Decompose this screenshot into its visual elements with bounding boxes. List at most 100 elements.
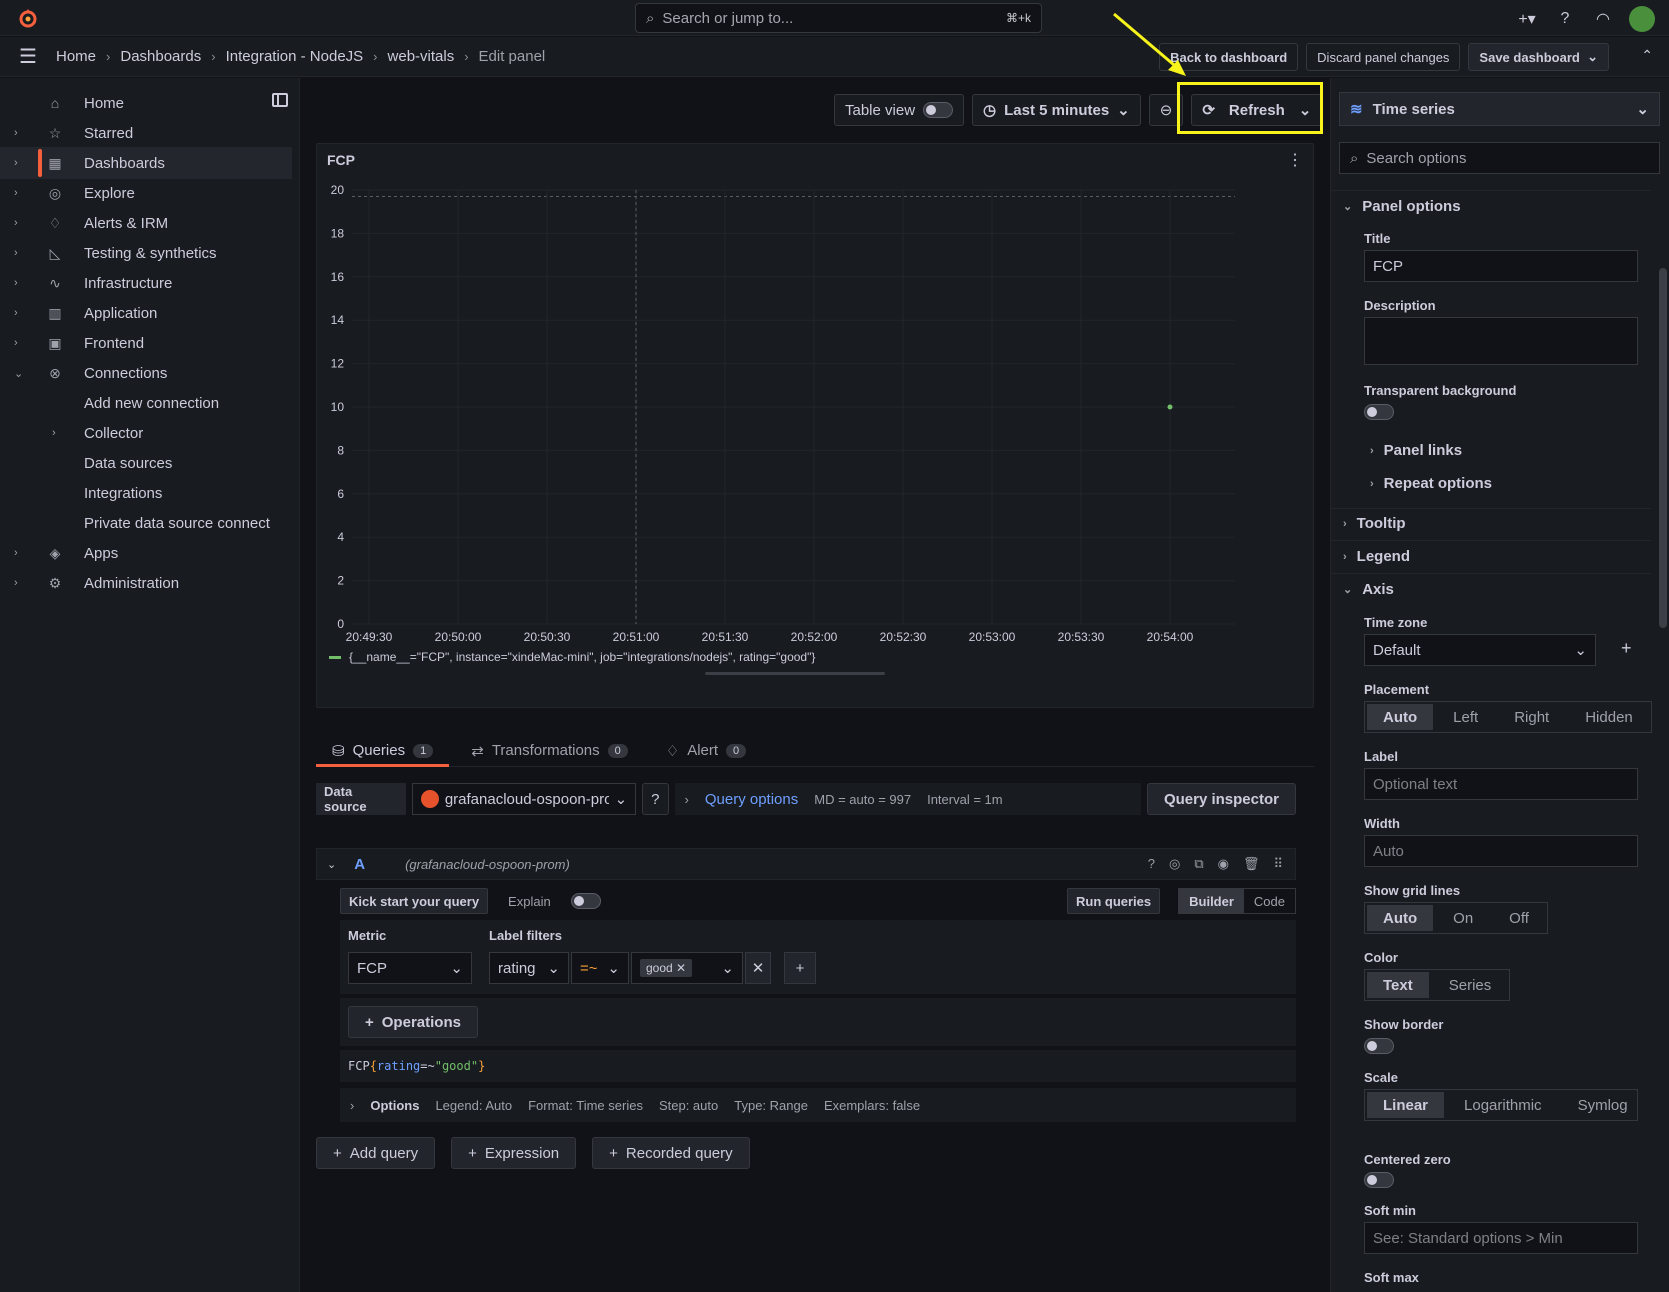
color-series[interactable]: Series bbox=[1431, 970, 1510, 1000]
query-options-summary[interactable]: › Options Legend: Auto Format: Time seri… bbox=[340, 1088, 1296, 1122]
tab-alert[interactable]: ♢ Alert 0 bbox=[650, 735, 762, 766]
trash-icon[interactable]: 🗑 bbox=[1243, 856, 1260, 872]
chevron-right-icon[interactable]: › bbox=[14, 187, 18, 199]
add-filter-button[interactable]: + bbox=[784, 952, 816, 984]
datasource-picker[interactable]: grafanacloud-ospoon-prom ⌄ bbox=[411, 783, 637, 815]
centered-zero-toggle[interactable] bbox=[1364, 1172, 1394, 1188]
grid-on[interactable]: On bbox=[1435, 903, 1491, 933]
add-timezone-icon[interactable]: + bbox=[1621, 638, 1632, 659]
width-input[interactable]: Auto bbox=[1364, 835, 1638, 867]
scale-symlog[interactable]: Symlog bbox=[1560, 1090, 1646, 1120]
sidebar-item-add-connection[interactable]: Add new connection bbox=[0, 387, 292, 419]
axis-label-input[interactable]: Optional text bbox=[1364, 768, 1638, 800]
sidebar-item-starred[interactable]: › ☆ Starred bbox=[0, 117, 292, 149]
breadcrumb-web-vitals[interactable]: web-vitals bbox=[388, 48, 455, 65]
eye-icon[interactable]: ◉ bbox=[1218, 856, 1229, 872]
chevron-right-icon[interactable]: › bbox=[14, 577, 18, 589]
query-inspector-button[interactable]: Query inspector bbox=[1146, 783, 1296, 815]
grafana-logo-icon[interactable] bbox=[16, 6, 40, 30]
show-border-toggle[interactable] bbox=[1364, 1038, 1394, 1054]
scale-linear[interactable]: Linear bbox=[1367, 1092, 1445, 1118]
breadcrumb-integration[interactable]: Integration - NodeJS bbox=[226, 48, 364, 65]
sidebar-item-frontend[interactable]: › ▣ Frontend bbox=[0, 327, 292, 359]
sidebar-item-administration[interactable]: › ⚙ Administration bbox=[0, 567, 292, 599]
timezone-select[interactable]: Default ⌄ bbox=[1364, 634, 1596, 666]
add-query-button[interactable]: + Add query bbox=[316, 1137, 436, 1169]
chevron-down-icon[interactable]: ⌄ bbox=[1587, 49, 1598, 65]
help-icon[interactable]: ? bbox=[1553, 7, 1577, 31]
grid-auto[interactable]: Auto bbox=[1367, 905, 1434, 931]
time-range-picker[interactable]: ◷ Last 5 minutes ⌄ bbox=[972, 94, 1141, 126]
description-input[interactable] bbox=[1364, 317, 1638, 365]
chevron-right-icon[interactable]: › bbox=[14, 337, 18, 349]
color-text[interactable]: Text bbox=[1367, 972, 1429, 998]
discard-changes-button[interactable]: Discard panel changes bbox=[1306, 43, 1461, 71]
section-panel-links[interactable]: › Panel links bbox=[1370, 442, 1462, 459]
sidebar-item-infrastructure[interactable]: › ∿ Infrastructure bbox=[0, 267, 292, 299]
search-input[interactable]: ⌕ Search or jump to... ⌘+k bbox=[635, 3, 1042, 33]
placement-right[interactable]: Right bbox=[1496, 702, 1567, 732]
scale-log[interactable]: Logarithmic bbox=[1446, 1090, 1560, 1120]
target-icon[interactable]: ◎ bbox=[1169, 856, 1180, 872]
query-ref[interactable]: A bbox=[354, 856, 365, 873]
menu-icon[interactable]: ☰ bbox=[0, 44, 56, 69]
more-icon[interactable]: ⋮ bbox=[1287, 150, 1303, 170]
builder-mode-button[interactable]: Builder bbox=[1179, 889, 1244, 913]
sidebar-item-data-sources[interactable]: Data sources bbox=[0, 447, 292, 479]
section-legend[interactable]: › Legend bbox=[1343, 548, 1410, 565]
chevron-right-icon[interactable]: › bbox=[14, 157, 18, 169]
chevron-right-icon[interactable]: › bbox=[14, 307, 18, 319]
sidebar-item-integrations[interactable]: Integrations bbox=[0, 477, 292, 509]
operations-button[interactable]: + Operations bbox=[348, 1006, 478, 1038]
soft-min-input[interactable]: See: Standard options > Min bbox=[1364, 1222, 1638, 1254]
avatar[interactable] bbox=[1629, 6, 1655, 32]
label-value-select[interactable]: good ✕ ⌄ bbox=[631, 952, 743, 984]
help-icon[interactable]: ? bbox=[1148, 856, 1155, 872]
transparent-toggle[interactable] bbox=[1364, 404, 1394, 420]
sidebar-item-alerts[interactable]: › ♢ Alerts & IRM bbox=[0, 207, 292, 239]
section-tooltip[interactable]: › Tooltip bbox=[1343, 515, 1406, 532]
chevron-down-icon[interactable]: ⌄ bbox=[14, 367, 23, 380]
drag-handle-icon[interactable]: ⠿ bbox=[1273, 856, 1283, 872]
sidebar-item-explore[interactable]: › ◎ Explore bbox=[0, 177, 292, 209]
chevron-right-icon[interactable]: › bbox=[14, 217, 18, 229]
sidebar-item-connections[interactable]: ⌄ ⊗ Connections bbox=[0, 357, 292, 389]
chevron-right-icon[interactable]: › bbox=[14, 127, 18, 139]
section-axis[interactable]: ⌄ Axis bbox=[1343, 581, 1394, 598]
label-operator-select[interactable]: =~ ⌄ bbox=[571, 952, 629, 984]
placement-left[interactable]: Left bbox=[1435, 702, 1496, 732]
section-repeat-options[interactable]: › Repeat options bbox=[1370, 475, 1492, 492]
code-mode-button[interactable]: Code bbox=[1244, 889, 1295, 913]
rss-icon[interactable]: ◠ bbox=[1591, 7, 1615, 31]
tab-transformations[interactable]: ⇄ Transformations 0 bbox=[455, 735, 644, 766]
explain-toggle[interactable] bbox=[570, 893, 601, 909]
chevron-right-icon[interactable]: › bbox=[14, 547, 18, 559]
chevron-right-icon[interactable]: › bbox=[14, 247, 18, 259]
scrollbar[interactable] bbox=[1659, 268, 1667, 628]
datasource-help-button[interactable]: ? bbox=[642, 783, 669, 815]
sidebar-item-testing[interactable]: › ◺ Testing & synthetics bbox=[0, 237, 292, 269]
query-options[interactable]: › Query options MD = auto = 997 Interval… bbox=[674, 783, 1141, 815]
visualization-picker[interactable]: ≋ Time series ⌄ bbox=[1339, 92, 1660, 126]
kick-start-button[interactable]: Kick start your query bbox=[340, 888, 489, 914]
sidebar-item-private-pdc[interactable]: Private data source connect bbox=[0, 507, 292, 539]
breadcrumb-dashboards[interactable]: Dashboards bbox=[120, 48, 201, 65]
table-view-toggle[interactable]: Table view bbox=[834, 94, 965, 126]
chevron-up-icon[interactable]: ⌃ bbox=[1641, 47, 1653, 64]
options-search-input[interactable]: ⌕ Search options bbox=[1339, 142, 1660, 174]
query-options-link[interactable]: Query options bbox=[705, 791, 798, 808]
copy-icon[interactable]: ⧉ bbox=[1194, 856, 1203, 872]
chevron-down-icon[interactable]: ⌄ bbox=[327, 858, 336, 871]
title-input[interactable]: FCP bbox=[1364, 250, 1638, 282]
save-dashboard-button[interactable]: Save dashboard ⌄ bbox=[1468, 43, 1609, 71]
placement-auto[interactable]: Auto bbox=[1367, 704, 1434, 730]
breadcrumb-home[interactable]: Home bbox=[56, 48, 96, 65]
chevron-right-icon[interactable]: › bbox=[52, 427, 56, 439]
add-recorded-query-button[interactable]: + Recorded query bbox=[592, 1137, 750, 1169]
remove-filter-button[interactable]: ✕ bbox=[745, 952, 771, 984]
toggle-switch[interactable] bbox=[923, 102, 954, 118]
add-expression-button[interactable]: + Expression bbox=[451, 1137, 577, 1169]
grid-off[interactable]: Off bbox=[1491, 903, 1547, 933]
metric-select[interactable]: FCP ⌄ bbox=[348, 952, 472, 984]
plus-icon[interactable]: +▾ bbox=[1515, 7, 1539, 31]
